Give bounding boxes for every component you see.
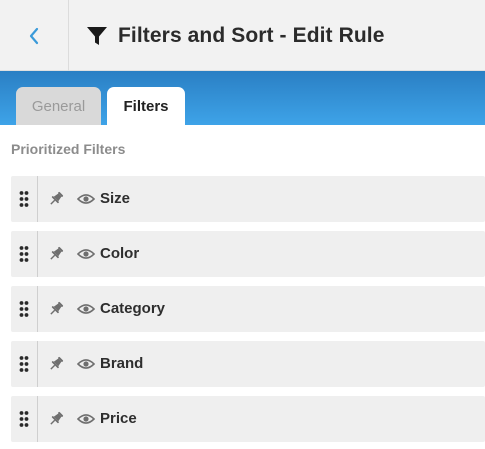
filter-label: Size: [100, 190, 131, 207]
filter-row-category[interactable]: Category: [11, 286, 485, 332]
tab-bar: General Filters: [0, 71, 485, 125]
eye-icon[interactable]: [77, 301, 95, 317]
title-wrap: Filters and Sort - Edit Rule: [86, 0, 385, 71]
eye-icon[interactable]: [77, 356, 95, 372]
eye-icon[interactable]: [77, 411, 95, 427]
filter-row-price[interactable]: Price: [11, 396, 485, 442]
pin-icon[interactable]: [47, 410, 65, 428]
eye-icon[interactable]: [77, 191, 95, 207]
tab-general[interactable]: General: [16, 87, 101, 125]
filter-label: Price: [100, 410, 137, 427]
funnel-icon: [86, 25, 108, 47]
filter-row-size[interactable]: Size: [11, 176, 485, 222]
eye-icon[interactable]: [77, 246, 95, 262]
drag-handle-icon[interactable]: [11, 341, 38, 387]
pin-icon[interactable]: [47, 190, 65, 208]
filter-label: Brand: [100, 355, 144, 372]
chevron-left-icon: [29, 27, 39, 44]
page-title: Filters and Sort - Edit Rule: [118, 23, 385, 47]
back-button[interactable]: [0, 0, 69, 71]
tab-filters[interactable]: Filters: [107, 87, 185, 125]
pin-icon[interactable]: [47, 355, 65, 373]
filter-label: Color: [100, 245, 140, 262]
filter-row-brand[interactable]: Brand: [11, 341, 485, 387]
drag-handle-icon[interactable]: [11, 286, 38, 332]
filter-row-color[interactable]: Color: [11, 231, 485, 277]
section-title: Prioritized Filters: [11, 141, 126, 157]
filter-label: Category: [100, 300, 166, 317]
filter-list: Size Color Category Brand Price: [11, 176, 485, 449]
drag-handle-icon[interactable]: [11, 176, 38, 222]
pin-icon[interactable]: [47, 300, 65, 318]
pin-icon[interactable]: [47, 245, 65, 263]
header: Filters and Sort - Edit Rule: [0, 0, 485, 71]
drag-handle-icon[interactable]: [11, 396, 38, 442]
drag-handle-icon[interactable]: [11, 231, 38, 277]
